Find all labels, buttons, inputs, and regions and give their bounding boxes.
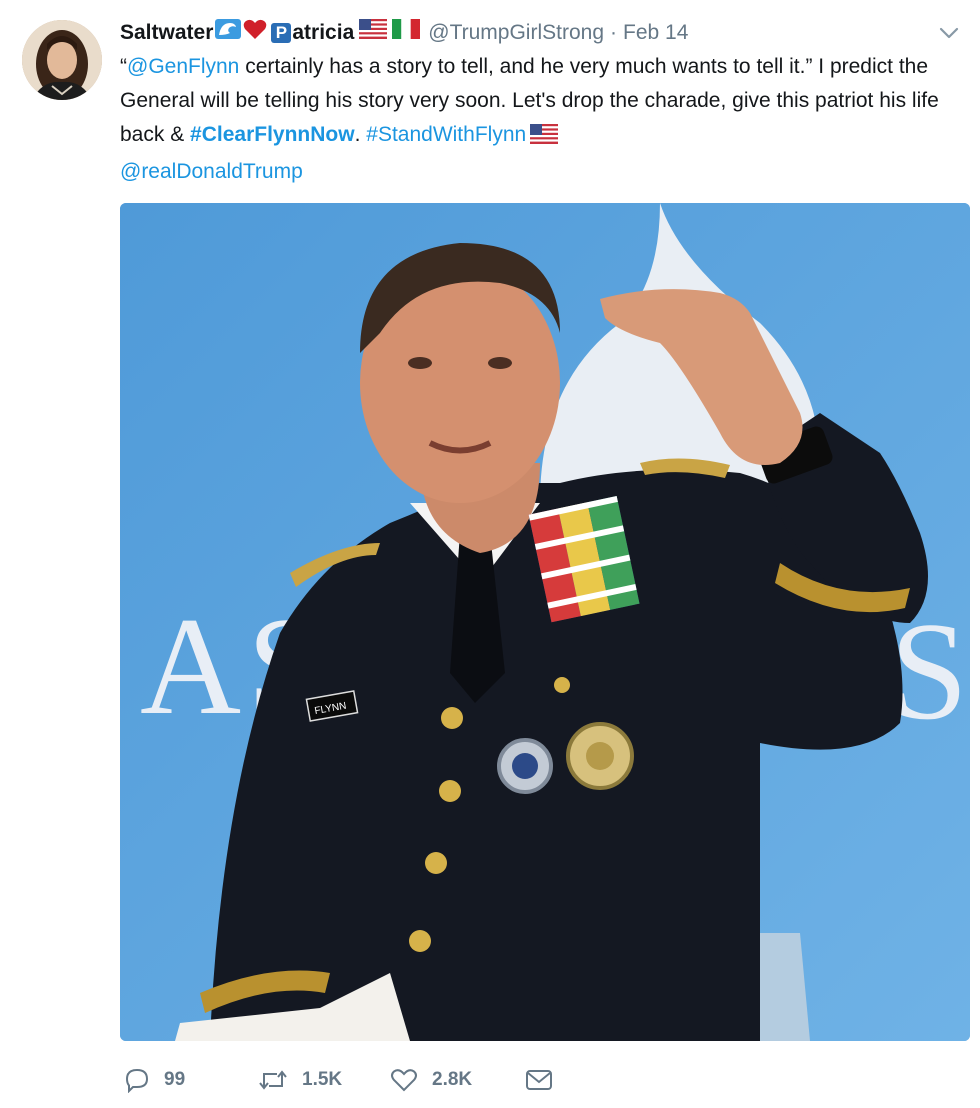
hashtag-standwithflynn[interactable]: #StandWithFlynn: [366, 123, 526, 146]
retweet-icon: [259, 1070, 287, 1090]
reply-count: 99: [164, 1069, 186, 1090]
author-name[interactable]: Saltwater: [120, 18, 213, 48]
like-count: 2.8K: [432, 1069, 473, 1090]
like-button[interactable]: 2.8K: [390, 1060, 472, 1100]
separator-dot: ·: [610, 21, 617, 44]
open-quote: “: [120, 55, 127, 78]
direct-message-button[interactable]: [525, 1060, 567, 1100]
heart-icon: [391, 1069, 417, 1092]
us-flag-icon: [530, 121, 559, 155]
envelope-icon: [526, 1070, 552, 1090]
reply-button[interactable]: 99: [124, 1060, 185, 1100]
reply-icon: [125, 1068, 149, 1093]
italy-flag-icon: [392, 18, 421, 48]
author-handle[interactable]: @TrumpGirlStrong: [428, 18, 604, 48]
tweet-text-part-2: .: [354, 123, 367, 146]
mention-realdonaldtrump[interactable]: @realDonaldTrump: [120, 160, 303, 183]
red-heart-icon: [243, 18, 267, 49]
p-badge: P: [271, 23, 292, 43]
tweet-date[interactable]: Feb 14: [623, 18, 688, 48]
hashtag-clearflynnnow[interactable]: #ClearFlynnNow: [190, 123, 355, 146]
retweet-button[interactable]: 1.5K: [258, 1060, 342, 1100]
tweet-header: Saltwater P atricia @TrumpGirlStrong · F…: [120, 18, 688, 48]
author-name-suffix[interactable]: atricia: [292, 18, 354, 48]
avatar[interactable]: [22, 20, 102, 100]
wave-icon: [215, 18, 242, 49]
tweet-actions: 99 1.5K 2.8K: [120, 1060, 940, 1100]
retweet-count: 1.5K: [302, 1069, 343, 1090]
tweet[interactable]: Saltwater P atricia @TrumpGirlStrong · F…: [0, 0, 980, 1108]
tweet-photo[interactable]: AS ST: [120, 203, 970, 1041]
us-flag-icon: [359, 18, 388, 48]
mention-genflynn[interactable]: @GenFlynn: [127, 55, 239, 78]
chevron-down-icon[interactable]: [938, 24, 960, 42]
tweet-text: “@GenFlynn certainly has a story to tell…: [120, 50, 940, 189]
